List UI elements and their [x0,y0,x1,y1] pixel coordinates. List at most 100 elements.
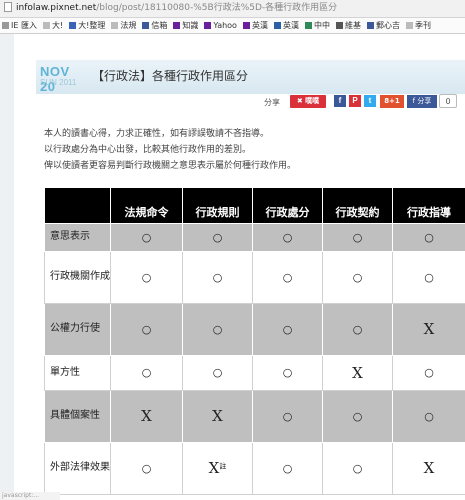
table-cell: X [182,389,253,443]
twitter-icon[interactable]: t [364,95,376,107]
gplus-button[interactable]: 8+1 [380,95,404,108]
plurk-icon: ✖ [296,97,303,105]
header-cell: 行政處分 [252,188,323,224]
table-cell: ○ [322,250,393,304]
bookmark-item[interactable]: 信箱 [142,18,167,33]
bookmark-item[interactable]: 大!整理 [69,18,105,33]
page-icon [42,22,50,29]
bookmark-item[interactable]: 郵心吉 [366,18,400,33]
circle-mark: ○ [282,409,293,423]
table-cell: ○ [110,250,183,304]
table-cell: X [392,441,465,495]
bookmarks-bar: IE 匯入 大! 大!整理 法規 信箱 知識 Yahoo 英漢 英漢 中中 維基 郵心吉 季刊 [0,18,465,34]
table-cell: ○ [322,302,393,356]
yahoo-icon [173,22,181,29]
page-icon [111,22,119,29]
plurk-small-icon[interactable]: P [349,95,361,107]
table-cell: ○ [392,389,465,443]
circle-mark: ○ [212,270,223,284]
table-cell: X [392,302,465,356]
bookmark-label: 大! [51,21,64,30]
share-label: 分享 [264,98,280,107]
intro-line: 俾以使讀者更容易判斷行政機關之意思表示屬於何種行政作用。 [44,161,297,171]
table-cell: X [322,354,393,391]
table-row: 公權力行使 ○ ○ ○ ○ X [44,302,465,356]
plurk-share-button[interactable]: ✖ 噗噗 [290,95,326,108]
bookmark-item[interactable]: 維基 [335,18,361,33]
footnote-mark[interactable]: 註 [219,462,226,470]
header-cell: 法規命令 [110,188,183,224]
url-path: /blog/post/18110080-%5B行政法%5D-各種行政作用區分 [96,3,338,13]
intro-text: 本人的讀書心得，力求正確性，如有謬誤敬請不吝指導。 以行政處分為中心出發，比較其… [44,126,296,174]
bookmark-label: Yahoo [213,21,237,30]
circle-mark: ○ [282,270,293,284]
bookmark-item[interactable]: Yahoo [204,18,237,33]
post-title[interactable]: 【行政法】各種行政作用區分 [92,67,248,84]
circle-mark: ○ [212,322,223,336]
table-row: 具體個案性 X X ○ ○ ○ [44,389,465,443]
row-label: 意思表示 [44,222,111,252]
circle-mark: ○ [212,230,223,244]
table-header-row: 法規命令 行政規則 行政處分 行政契約 行政指導 [44,188,465,224]
table-cell: ○ [322,389,393,443]
table-row: 行政機關作成 ○ ○ ○ ○ ○ [44,250,465,304]
table-cell: ○ [110,302,183,356]
bookmark-label: 英漢 [282,21,299,30]
bookmark-item[interactable]: 季刊 [405,18,431,33]
circle-mark: ○ [352,270,363,284]
circle-mark: ○ [424,366,434,379]
bookmark-label: 季刊 [414,21,431,30]
page-icon [4,2,12,12]
circle-mark: ○ [141,270,152,284]
bookmark-label: 中中 [313,21,330,30]
circle-mark: ○ [352,409,363,423]
table-cell: ○ [322,441,393,495]
cross-mark: X [352,363,363,382]
cross-mark: X [212,407,223,425]
cross-mark: X [423,459,435,477]
row-label: 公權力行使 [44,302,111,356]
intro-line: 本人的讀書心得，力求正確性，如有謬誤敬請不吝指導。 [44,129,270,139]
folder-icon [69,22,77,29]
bookmark-item[interactable]: 中中 [304,18,330,33]
table-cell: ○ [182,222,253,252]
bookmark-item[interactable]: 英漢 [273,18,299,33]
bookmark-item[interactable]: 大! [42,18,64,33]
status-bar: javascript:... [0,492,60,500]
bookmark-item[interactable]: 法規 [111,18,136,33]
address-bar[interactable]: infolaw.pixnet.net/blog/post/18110080-%5… [0,0,465,18]
table-row: 外部法律效果 ○ X註 ○ ○ X [44,441,465,495]
table-cell: ○ [252,441,323,495]
yahoo-icon [242,22,250,29]
translate-icon [273,22,281,29]
comparison-table: 法規命令 行政規則 行政處分 行政契約 行政指導 意思表示 ○ ○ ○ ○ ○ 行政機關作成… [44,188,465,495]
table-cell: ○ [182,250,253,304]
circle-mark: ○ [141,322,152,336]
header-cell: 行政指導 [392,188,465,224]
facebook-share-button[interactable]: f 分享 [407,95,437,108]
row-label: 具體個案性 [44,389,111,443]
bookmark-item[interactable]: IE 匯入 [2,18,37,33]
table-cell: ○ [392,222,465,252]
facebook-icon[interactable]: f [334,95,346,107]
wiki-icon [335,22,343,29]
circle-mark: ○ [424,270,434,284]
table-cell: ○ [110,222,183,252]
circle-mark: ○ [282,230,293,244]
circle-mark: ○ [352,461,363,475]
circle-mark: ○ [141,230,152,244]
yahoo-icon [204,22,212,29]
post-date: NOV 20 SUN 2011 [40,60,88,94]
table-row: 單方性 ○ ○ ○ X ○ [44,354,465,391]
table-cell: X [110,389,183,443]
table-cell: ○ [182,302,253,356]
circle-mark: ○ [141,366,152,379]
intro-line: 以行政處分為中心出發，比較其他行政作用的差別。 [44,145,252,155]
bookmark-label: 維基 [344,21,361,30]
left-gutter [0,34,14,500]
circle-mark: ○ [352,322,363,336]
bookmark-item[interactable]: 知識 [173,18,198,33]
table-cell: ○ [252,302,323,356]
bookmark-item[interactable]: 英漢 [242,18,268,33]
cross-mark: X [208,459,220,477]
